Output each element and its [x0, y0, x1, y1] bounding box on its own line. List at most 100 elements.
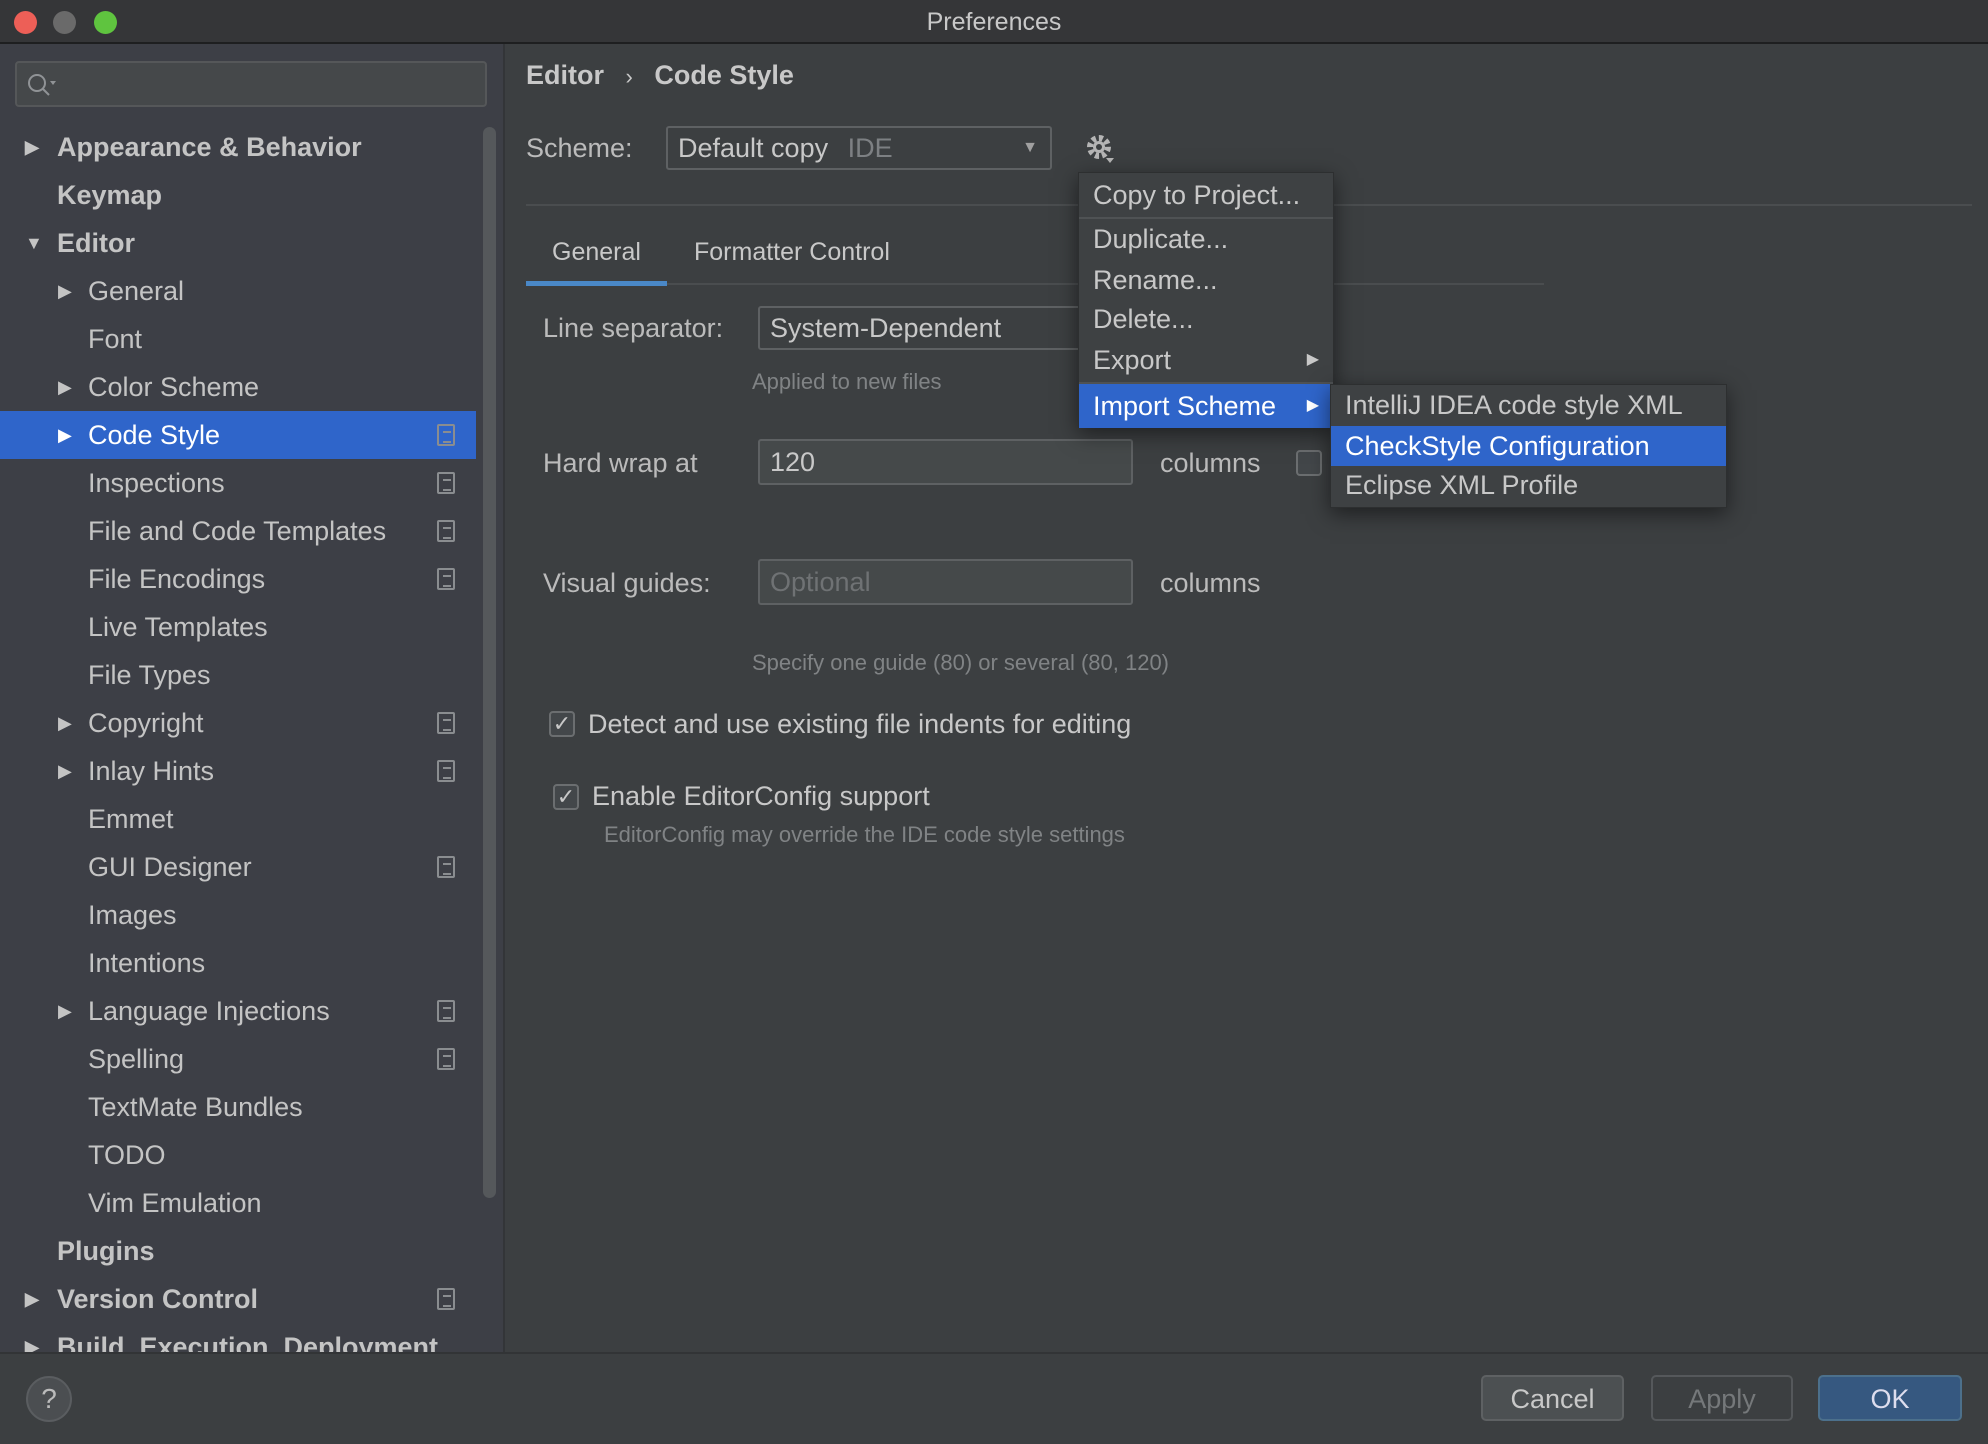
menu-item-export[interactable]: Export ▶ — [1079, 340, 1333, 380]
sidebar-item-gui-designer[interactable]: GUI Designer — [0, 843, 476, 891]
editorconfig-checkbox[interactable]: ✓ — [553, 784, 579, 810]
submenu-arrow-icon: ▶ — [1306, 397, 1319, 414]
sidebar-item-code-style[interactable]: ▶ Code Style — [0, 411, 476, 459]
help-button[interactable]: ? — [26, 1376, 72, 1422]
sidebar-item-live-templates[interactable]: Live Templates — [0, 603, 476, 651]
settings-tree: ▶ Appearance & Behavior Keymap ▼ Editor ▶ Gene… — [0, 123, 478, 1352]
sidebar-item-color-scheme[interactable]: ▶ Color Scheme — [0, 363, 476, 411]
line-separator-hint: Applied to new files — [752, 369, 942, 394]
sidebar-item-editor[interactable]: ▼ Editor — [0, 219, 476, 267]
cancel-button[interactable]: Cancel — [1481, 1375, 1624, 1421]
ok-button[interactable]: OK — [1818, 1375, 1962, 1421]
collapsed-arrow-icon[interactable]: ▶ — [25, 123, 39, 171]
visual-guides-hint: Specify one guide (80) or several (80, 1… — [752, 650, 1170, 675]
sidebar-item-file-types[interactable]: File Types — [0, 651, 476, 699]
sidebar-item-todo[interactable]: TODO — [0, 1131, 476, 1179]
visual-guides-input[interactable]: Optional — [758, 559, 1133, 605]
wrap-on-typing-checkbox[interactable] — [1296, 450, 1322, 476]
sidebar-item-label: GUI Designer — [88, 852, 252, 882]
apply-button[interactable]: Apply — [1651, 1375, 1793, 1421]
sidebar-item-general[interactable]: ▶ General — [0, 267, 476, 315]
expanded-arrow-icon[interactable]: ▼ — [25, 219, 43, 267]
import-scheme-submenu: IntelliJ IDEA code style XML CheckStyle … — [1330, 384, 1727, 508]
export-label: Export — [1093, 345, 1172, 375]
scheme-label: Scheme: — [526, 133, 633, 163]
menu-item-rename[interactable]: Rename... — [1079, 260, 1333, 300]
sidebar-item-label: Inlay Hints — [88, 756, 215, 786]
project-scope-icon — [437, 424, 455, 446]
sidebar-item-language-injections[interactable]: ▶ Language Injections — [0, 987, 476, 1035]
project-scope-icon — [437, 1048, 455, 1070]
sidebar-scrollbar[interactable] — [483, 127, 496, 1198]
sidebar-item-images[interactable]: Images — [0, 891, 476, 939]
import-scheme-label: Import Scheme — [1093, 391, 1277, 421]
gear-menu: Copy to Project... Duplicate... Rename..… — [1078, 172, 1334, 428]
collapsed-arrow-icon[interactable]: ▶ — [58, 987, 72, 1035]
collapsed-arrow-icon[interactable]: ▶ — [58, 411, 72, 459]
collapsed-arrow-icon[interactable]: ▶ — [58, 363, 72, 411]
menu-item-delete[interactable]: Delete... — [1079, 299, 1333, 339]
menu-item-eclipse-xml[interactable]: Eclipse XML Profile — [1331, 465, 1726, 505]
scheme-tag: IDE — [847, 133, 893, 163]
sidebar-item-vim-emulation[interactable]: Vim Emulation — [0, 1179, 476, 1227]
sidebar-item-label: Copyright — [88, 708, 204, 738]
sidebar-item-inlay-hints[interactable]: ▶ Inlay Hints — [0, 747, 476, 795]
visual-guides-label: Visual guides: — [543, 568, 711, 598]
hard-wrap-label: Hard wrap at — [543, 448, 698, 478]
sidebar-item-intentions[interactable]: Intentions — [0, 939, 476, 987]
sidebar-item-spelling[interactable]: Spelling — [0, 1035, 476, 1083]
collapsed-arrow-icon[interactable]: ▶ — [58, 267, 72, 315]
sidebar-item-label: Inspections — [88, 468, 225, 498]
window-title: Preferences — [926, 8, 1062, 36]
breadcrumb-parent[interactable]: Editor — [526, 60, 604, 90]
sidebar-item-keymap[interactable]: Keymap — [0, 171, 476, 219]
project-scope-icon — [437, 1288, 455, 1310]
menu-item-checkstyle[interactable]: CheckStyle Configuration — [1331, 426, 1726, 466]
hard-wrap-input[interactable]: 120 — [758, 439, 1133, 485]
search-input[interactable] — [15, 61, 487, 107]
sidebar-item-label: Font — [88, 324, 143, 354]
sidebar-item-label: Code Style — [88, 420, 221, 450]
sidebar-item-font[interactable]: Font — [0, 315, 476, 363]
line-separator-dropdown[interactable]: System-Dependent — [758, 306, 1098, 350]
sidebar-item-label: Plugins — [57, 1236, 155, 1266]
sidebar-item-plugins[interactable]: Plugins — [0, 1227, 476, 1275]
gear-icon[interactable] — [1084, 132, 1118, 166]
sidebar-item-emmet[interactable]: Emmet — [0, 795, 476, 843]
tab-formatter-control[interactable]: Formatter Control — [694, 238, 890, 267]
collapsed-arrow-icon[interactable]: ▶ — [25, 1323, 39, 1352]
sidebar-item-copyright[interactable]: ▶ Copyright — [0, 699, 476, 747]
menu-item-copy-to-project[interactable]: Copy to Project... — [1079, 175, 1333, 215]
sidebar-item-label: Language Injections — [88, 996, 330, 1026]
sidebar-item-label: TODO — [88, 1140, 166, 1170]
project-scope-icon — [437, 520, 455, 542]
project-scope-icon — [437, 760, 455, 782]
sidebar-item-label: Live Templates — [88, 612, 268, 642]
active-tab-indicator — [526, 281, 667, 286]
sidebar-item-file-encodings[interactable]: File Encodings — [0, 555, 476, 603]
menu-item-import-scheme[interactable]: Import Scheme ▶ — [1079, 384, 1333, 428]
scheme-dropdown[interactable]: Default copy IDE ▼ — [666, 126, 1052, 170]
detect-indents-checkbox[interactable]: ✓ — [549, 711, 575, 737]
project-scope-icon — [437, 1000, 455, 1022]
detect-indents-label[interactable]: Detect and use existing file indents for… — [588, 709, 1131, 740]
chevron-down-icon: ▼ — [1022, 139, 1038, 156]
project-scope-icon — [437, 472, 455, 494]
sidebar-item-label: Appearance & Behavior — [57, 132, 362, 162]
menu-item-intellij-xml[interactable]: IntelliJ IDEA code style XML — [1331, 385, 1726, 425]
collapsed-arrow-icon[interactable]: ▶ — [58, 747, 72, 795]
sidebar-item-build-execution-deployment[interactable]: ▶ Build, Execution, Deployment — [0, 1323, 476, 1352]
visual-guides-unit: columns — [1160, 568, 1261, 598]
sidebar-item-appearance-behavior[interactable]: ▶ Appearance & Behavior — [0, 123, 476, 171]
sidebar-item-file-and-code-templates[interactable]: File and Code Templates — [0, 507, 476, 555]
sidebar-item-label: Keymap — [57, 180, 163, 210]
editorconfig-label[interactable]: Enable EditorConfig support — [592, 781, 930, 812]
sidebar-item-textmate-bundles[interactable]: TextMate Bundles — [0, 1083, 476, 1131]
tab-general[interactable]: General — [526, 238, 667, 267]
sidebar-item-version-control[interactable]: ▶ Version Control — [0, 1275, 476, 1323]
sidebar-item-inspections[interactable]: Inspections — [0, 459, 476, 507]
collapsed-arrow-icon[interactable]: ▶ — [25, 1275, 39, 1323]
collapsed-arrow-icon[interactable]: ▶ — [58, 699, 72, 747]
menu-item-duplicate[interactable]: Duplicate... — [1079, 219, 1333, 259]
sidebar-item-label: Intentions — [88, 948, 206, 978]
